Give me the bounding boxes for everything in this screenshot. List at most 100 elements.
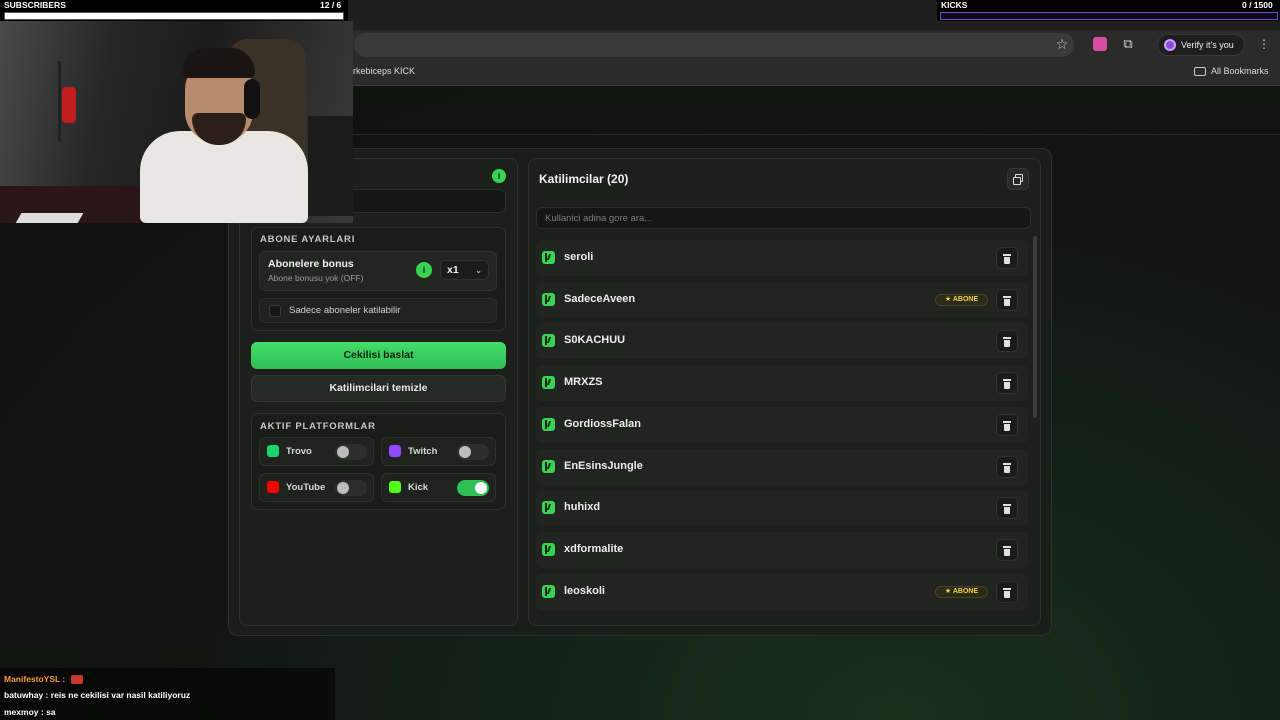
extension-icon[interactable] xyxy=(1093,37,1107,51)
platform-toggle-kick[interactable] xyxy=(457,480,489,496)
participant-name: leoskoli xyxy=(564,585,605,597)
chevron-down-icon: ⌄ xyxy=(475,266,482,275)
all-bookmarks-label: All Bookmarks xyxy=(1211,66,1269,76)
remove-participant-button[interactable] xyxy=(996,539,1018,561)
remove-participant-button[interactable] xyxy=(996,289,1018,311)
platform-label-youtube: YouTube xyxy=(286,482,326,493)
folder-icon xyxy=(1194,66,1206,76)
subscriber-badge: ★ ABONE xyxy=(935,294,988,306)
participant-row: S0KACHUU xyxy=(536,323,1028,359)
remove-participant-button[interactable] xyxy=(996,372,1018,394)
kicks-count: 0 / 1500 xyxy=(1242,0,1273,10)
participant-row: leoskoli ★ ABONE xyxy=(536,574,1028,610)
extensions-puzzle-icon[interactable]: ⧉ xyxy=(1120,36,1136,52)
platform-label-twitch: Twitch xyxy=(408,446,438,457)
participants-scrollbar[interactable] xyxy=(1033,236,1037,418)
trash-icon xyxy=(1003,337,1011,339)
kick-icon xyxy=(542,585,555,598)
address-bar[interactable] xyxy=(354,33,1074,57)
trash-icon xyxy=(1003,296,1011,298)
background-equipment xyxy=(308,116,353,216)
platform-toggle-trovo[interactable] xyxy=(335,444,367,460)
kick-icon xyxy=(389,481,401,493)
trash-icon xyxy=(1003,588,1011,590)
trash-icon-body xyxy=(1004,340,1010,347)
remove-participant-button[interactable] xyxy=(996,497,1018,519)
subscribers-progress xyxy=(4,12,344,20)
bonus-multiplier-select[interactable]: x1 ⌄ xyxy=(440,260,489,280)
chat-text: reis ne cekilisi var nasil katiliyoruz xyxy=(50,690,191,700)
trash-icon-body xyxy=(1004,466,1010,473)
platform-toggle-youtube[interactable] xyxy=(335,480,367,496)
chat-message: ManifestoYSL : xyxy=(4,674,83,685)
streamer-hair xyxy=(183,48,255,78)
subscriber-settings-title: ABONE AYARLARI xyxy=(260,234,356,245)
remove-participant-button[interactable] xyxy=(996,414,1018,436)
all-bookmarks-button[interactable]: All Bookmarks xyxy=(1194,66,1269,76)
subscribers-only-label: Sadece aboneler katilabilir xyxy=(289,305,401,316)
chat-text: sa xyxy=(46,707,56,717)
microphone xyxy=(62,87,76,123)
toggle-knob xyxy=(337,446,349,458)
remove-participant-button[interactable] xyxy=(996,456,1018,478)
headset xyxy=(244,79,260,119)
bookmark-star-icon[interactable]: ☆ xyxy=(1054,36,1070,52)
bookmark-item[interactable]: erkebiceps KICK xyxy=(348,66,415,76)
webcam-feed xyxy=(0,21,353,223)
trash-icon-body xyxy=(1004,591,1010,598)
kick-icon xyxy=(542,251,555,264)
participant-name: S0KACHUU xyxy=(564,334,626,346)
trovo-icon xyxy=(267,445,279,457)
kick-icon xyxy=(542,293,555,306)
kicks-progress xyxy=(940,12,1278,20)
start-giveaway-button[interactable]: Cekilisi baslat xyxy=(251,342,506,369)
profile-avatar-icon xyxy=(1164,39,1176,51)
mic-stand xyxy=(58,61,61,141)
info-icon[interactable]: i xyxy=(492,169,506,183)
chat-message: batuwhay : reis ne cekilisi var nasil ka… xyxy=(4,690,190,700)
copy-list-button[interactable] xyxy=(1007,168,1029,190)
trash-icon xyxy=(1003,463,1011,465)
remove-participant-button[interactable] xyxy=(996,581,1018,603)
clear-participants-button[interactable]: Katilimcilari temizle xyxy=(251,375,506,402)
copy-icon-front xyxy=(1013,177,1021,185)
participant-row: seroli xyxy=(536,240,1028,276)
trash-icon xyxy=(1003,421,1011,423)
bonus-info-icon[interactable]: i xyxy=(416,262,432,278)
kick-icon xyxy=(542,543,555,556)
keyboard xyxy=(14,213,84,223)
streamer-shirt xyxy=(140,131,308,223)
kick-icon xyxy=(542,460,555,473)
trash-icon xyxy=(1003,379,1011,381)
participant-name: xdformalite xyxy=(564,543,624,555)
trash-icon-body xyxy=(1004,299,1010,306)
platform-toggle-twitch[interactable] xyxy=(457,444,489,460)
participant-row: huhixd xyxy=(536,490,1028,526)
trash-icon xyxy=(1003,546,1011,548)
subscriber-bonus-status: Abone bonusu yok (OFF) xyxy=(268,273,364,283)
participant-name: EnEsinsJungle xyxy=(564,460,643,472)
chat-username: ManifestoYSL : xyxy=(4,674,66,684)
participant-row: xdformalite xyxy=(536,532,1028,568)
kick-icon xyxy=(542,501,555,514)
youtube-icon xyxy=(267,481,279,493)
kick-icon xyxy=(542,376,555,389)
subscribers-only-checkbox[interactable] xyxy=(269,305,281,317)
platform-label-trovo: Trovo xyxy=(286,446,312,457)
participant-search-input[interactable] xyxy=(536,207,1031,229)
remove-participant-button[interactable] xyxy=(996,247,1018,269)
participant-row: EnEsinsJungle xyxy=(536,449,1028,485)
kick-icon xyxy=(542,334,555,347)
kicks-label: KICKS xyxy=(941,0,968,10)
browser-menu-icon[interactable]: ⋮ xyxy=(1258,36,1270,52)
platforms-title: AKTIF PLATFORMLAR xyxy=(260,421,376,432)
subscriber-bonus-title: Abonelere bonus xyxy=(268,258,354,270)
kick-icon xyxy=(542,418,555,431)
participant-row: SadeceAveen ★ ABONE xyxy=(536,282,1028,318)
participant-name: MRXZS xyxy=(564,376,603,388)
remove-participant-button[interactable] xyxy=(996,330,1018,352)
verify-profile-button[interactable]: Verify it's you xyxy=(1157,34,1245,56)
toggle-knob xyxy=(337,482,349,494)
participant-row: GordiossFalan xyxy=(536,407,1028,443)
chat-username: batuwhay : xyxy=(4,690,49,700)
